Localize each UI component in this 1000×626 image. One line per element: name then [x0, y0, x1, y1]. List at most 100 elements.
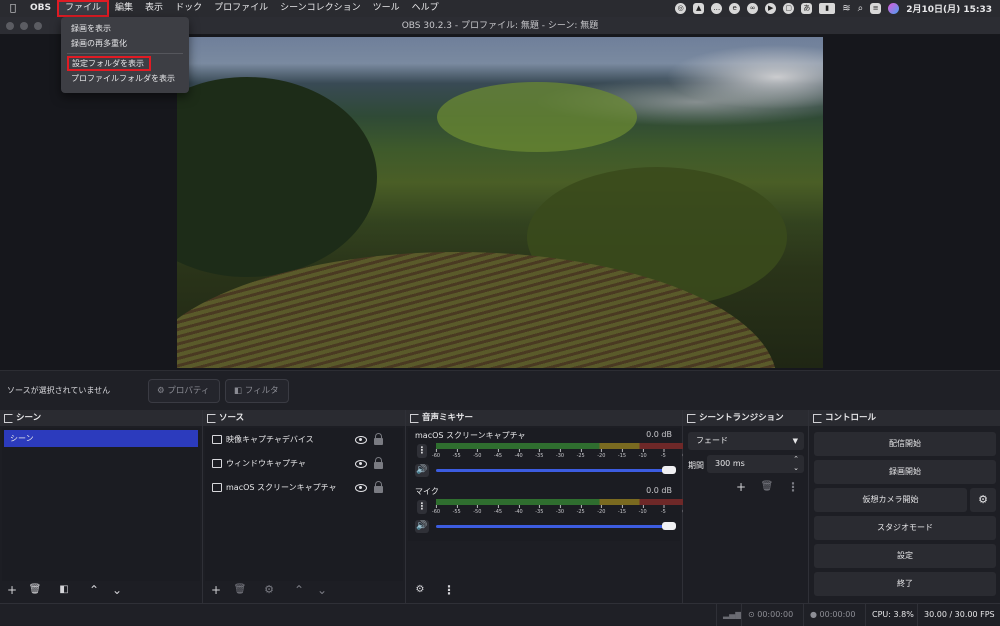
clipboard-icon[interactable]: ▢ [783, 3, 795, 14]
visibility-eye-icon[interactable] [355, 460, 367, 468]
mixer-menu-kebab-icon[interactable]: ⋮ [442, 583, 456, 597]
meter-tick: -40 [514, 449, 523, 459]
mixer-channel-name: マイク [415, 487, 439, 496]
obs-tray-icon[interactable]: ◎ [675, 3, 687, 14]
camera-icon [212, 435, 222, 444]
source-item-video-capture[interactable]: 映像キャプチャデバイス [205, 429, 403, 451]
move-source-up-icon[interactable]: ⌃ [292, 583, 306, 597]
lock-icon[interactable] [374, 457, 383, 469]
channel-menu-kebab-icon[interactable]: ⋮ [417, 444, 427, 458]
menu-profile[interactable]: プロファイル [208, 0, 274, 17]
settings-button[interactable]: 設定 [814, 544, 996, 568]
transition-type-select[interactable]: フェード ▼ [688, 432, 804, 450]
move-scene-down-icon[interactable]: ⌄ [110, 583, 124, 597]
virtual-camera-settings-gear-icon[interactable]: ⚙ [970, 488, 996, 512]
meter-tick: -35 [535, 449, 544, 459]
meter-tick: -30 [555, 449, 565, 459]
scenes-dock-title: シーン [0, 410, 202, 426]
menu-scene-collection[interactable]: シーンコレクション [274, 0, 367, 17]
start-recording-button[interactable]: 録画開始 [814, 460, 996, 484]
volume-slider-track[interactable] [436, 469, 674, 472]
chevron-down-icon: ▼ [792, 437, 798, 445]
speaker-icon[interactable]: 🔊 [415, 520, 429, 533]
start-virtual-camera-button[interactable]: 仮想カメラ開始 [814, 488, 967, 512]
remove-scene-icon[interactable]: 🗑 [28, 583, 42, 597]
add-transition-icon[interactable]: + [734, 480, 748, 494]
menu-view[interactable]: 表示 [139, 0, 169, 17]
edge-icon[interactable]: e [729, 3, 741, 14]
volume-slider-track[interactable] [436, 525, 674, 528]
battery-icon[interactable]: ▮ [819, 3, 836, 14]
fps-readout: 30.00 / 30.00 FPS [917, 604, 1000, 626]
duration-spinbox[interactable]: 300 ms ⌃ ⌄ [707, 455, 804, 473]
menubar-datetime[interactable]: 2月10日(月) 15:33 [906, 2, 992, 15]
scenes-toolbar: + 🗑 ◧ ⌃ ⌄ [0, 581, 202, 599]
source-properties-gear-icon[interactable]: ⚙ [262, 583, 276, 597]
transition-type-value: フェード [696, 436, 728, 445]
properties-button[interactable]: ⚙ プロパティ [148, 379, 220, 403]
menu-item-remux-recordings[interactable]: 録画の再多重化 [61, 36, 189, 51]
add-source-icon[interactable]: + [209, 583, 223, 597]
menu-item-show-profile-folder[interactable]: プロファイルフォルダを表示 [61, 71, 189, 86]
meter-tick: -15 [617, 449, 627, 459]
meter-tick: -60 [431, 449, 441, 459]
meter-tick: -15 [617, 505, 627, 515]
remove-transition-icon[interactable]: 🗑 [760, 480, 774, 494]
siri-icon[interactable] [888, 3, 900, 14]
meter-tick: -35 [535, 505, 544, 515]
menu-file[interactable]: ファイル [57, 0, 110, 17]
scene-item[interactable]: シーン [4, 430, 198, 447]
preview-video-frame[interactable] [177, 37, 823, 368]
line-icon[interactable]: … [711, 3, 723, 14]
channel-menu-kebab-icon[interactable]: ⋮ [417, 500, 427, 514]
sources-dock-title: ソース [203, 410, 405, 426]
menu-app-obs[interactable]: OBS [24, 0, 57, 17]
source-item-screen-capture[interactable]: macOS スクリーンキャプチャ [205, 477, 403, 499]
creative-cloud-icon[interactable]: ∞ [747, 3, 759, 14]
remove-source-icon[interactable]: 🗑 [233, 583, 247, 597]
start-streaming-button[interactable]: 配信開始 [814, 432, 996, 456]
source-item-window-capture[interactable]: ウィンドウキャプチャ [205, 453, 403, 475]
duration-value: 300 ms [715, 459, 745, 468]
scene-filters-icon[interactable]: ◧ [57, 583, 71, 597]
filters-button[interactable]: ◧ フィルタ [225, 379, 289, 403]
move-source-down-icon[interactable]: ⌄ [315, 583, 329, 597]
volume-slider-handle[interactable] [662, 466, 676, 474]
tree-silhouette [177, 77, 377, 277]
menu-dock[interactable]: ドック [169, 0, 208, 17]
studio-mode-button[interactable]: スタジオモード [814, 516, 996, 540]
speaker-icon[interactable]: 🔊 [415, 464, 429, 477]
drive-icon[interactable]: ▲ [693, 3, 705, 14]
lock-icon[interactable] [374, 481, 383, 493]
control-center-icon[interactable]: ≡ [870, 3, 882, 14]
add-scene-icon[interactable]: + [5, 583, 19, 597]
spotlight-search-icon[interactable]: ⌕ [858, 3, 864, 14]
advanced-audio-gear-icon[interactable]: ⚙ [413, 583, 427, 597]
wifi-icon[interactable]: ≋ [842, 3, 850, 14]
visibility-eye-icon[interactable] [355, 436, 367, 444]
menu-help[interactable]: ヘルプ [406, 0, 445, 17]
sources-list[interactable]: 映像キャプチャデバイス ウィンドウキャプチャ macOS スクリーンキャプチャ [205, 428, 403, 581]
ime-indicator[interactable]: あ [801, 3, 813, 14]
menu-item-show-recordings[interactable]: 録画を表示 [61, 21, 189, 36]
apple-icon[interactable]:  [0, 0, 24, 17]
play-icon[interactable]: ▶ [765, 3, 777, 14]
stepper-arrows-icon[interactable]: ⌃ ⌄ [793, 455, 799, 473]
scenes-list[interactable]: シーン [2, 428, 200, 581]
scene-transitions-title: シーントランジション [683, 410, 808, 426]
move-scene-up-icon[interactable]: ⌃ [87, 583, 101, 597]
lock-icon[interactable] [374, 433, 383, 445]
menu-edit[interactable]: 編集 [109, 0, 139, 17]
source-toolbar: ソースが選択されていません ⚙ プロパティ ◧ フィルタ [0, 370, 1000, 410]
meter-tick: -40 [514, 505, 523, 515]
source-label: macOS スクリーンキャプチャ [226, 483, 337, 492]
meter-tick: -60 [431, 505, 441, 515]
volume-slider-handle[interactable] [662, 522, 676, 530]
scene-transitions-dock: シーントランジション フェード ▼ 期間 300 ms ⌃ ⌄ + 🗑 ⋮ [683, 410, 809, 603]
visibility-eye-icon[interactable] [355, 484, 367, 492]
menu-item-show-settings-folder[interactable]: 設定フォルダを表示 [67, 56, 151, 71]
stream-status: ⊙ 00:00:00 [741, 604, 799, 626]
transition-menu-kebab-icon[interactable]: ⋮ [786, 480, 800, 494]
menu-tools[interactable]: ツール [367, 0, 406, 17]
exit-button[interactable]: 終了 [814, 572, 996, 596]
